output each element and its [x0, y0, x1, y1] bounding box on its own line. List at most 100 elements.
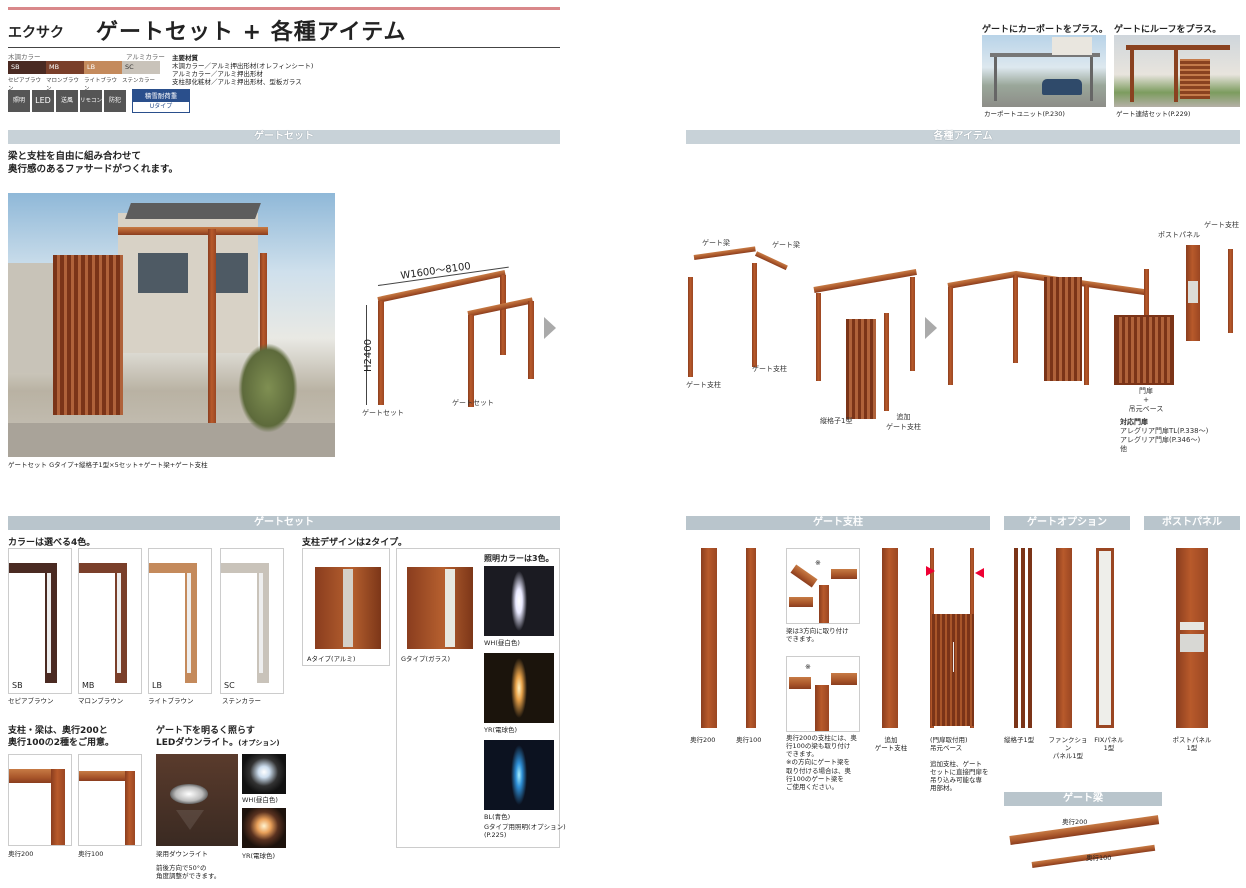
post-panel-image — [1176, 548, 1208, 728]
light-icon: 照明 — [8, 90, 30, 112]
color-name: マロンブラウン — [78, 697, 124, 705]
light-note: Gタイプ用照明(オプション) (P.225) — [484, 823, 566, 839]
beam-joint-note-1: 梁は3方向に取り付け できます。 — [786, 627, 849, 643]
lattice-image — [1014, 548, 1034, 728]
function-panel-caption: ファンクション パネル1型 — [1046, 736, 1090, 760]
color-code: MB — [82, 681, 95, 690]
band-option: ゲートオプション — [1004, 516, 1130, 530]
beam-joint-card-1: ※ — [786, 548, 860, 624]
fix-panel-caption: FIXパネル 1型 — [1092, 736, 1126, 752]
note-line: 取り付ける場合は、奥 — [786, 766, 851, 775]
page-title: ゲートセット + 各種アイテム — [96, 20, 407, 45]
depth-200-card — [8, 754, 72, 846]
extra-post-label: 追加 ゲート支柱 — [886, 412, 921, 432]
downlight-yr-photo — [242, 808, 286, 848]
hinge-base-note: 追加支柱、ゲート セットに直接門扉を 吊り込み可能な専 用部材。 — [930, 760, 989, 793]
note-line: ご使用ください。 — [786, 782, 838, 791]
post-200-label: 奥行200 — [690, 736, 716, 744]
led-title-line: ゲート下を明るく照らす — [156, 726, 255, 736]
function-panel-image — [1056, 548, 1072, 728]
hinge-base-image — [926, 548, 984, 732]
roof-caption: ゲートにルーフをプラス。 — [1114, 25, 1222, 35]
light-yr-label: YR(電球色) — [484, 726, 518, 734]
roof-photo-caption: ゲート連結セット(P.229) — [1116, 110, 1191, 118]
band-gate-set-2: ゲートセット — [8, 516, 560, 530]
gate-photo-caption: ゲートセット Gタイプ+縦格子1型×5セット+ゲート梁+ゲート支柱 — [8, 461, 208, 469]
downlight-note-line: 前後方向で50°の — [156, 864, 207, 872]
security-icon: 防犯 — [104, 90, 126, 112]
depth-100-label: 奥行100 — [78, 850, 104, 858]
color-card-lb: LB — [148, 548, 212, 694]
intro-line: 奥行感のあるファサードがつくれます。 — [8, 163, 179, 175]
downlight-note-line: 角度調整ができます。 — [156, 872, 221, 881]
note-line: ※の方向にゲート梁を — [786, 758, 850, 767]
snow-badge: 積雪耐荷重 Uタイプ — [132, 89, 190, 113]
color-card-mb: MB — [78, 548, 142, 694]
downlight-caption: 梁用ダウンライト — [156, 850, 208, 858]
light-note-line: (P.225) — [484, 831, 507, 840]
note-line: できます。 — [786, 635, 818, 644]
color-name: セピアブラウン — [8, 697, 54, 705]
caption-line: 1型 — [1186, 744, 1198, 753]
color-card-sc: SC — [220, 548, 284, 694]
materials-line: 支柱部化粧材／アルミ押出形材、型板ガラス — [172, 78, 302, 87]
downlight-yr-label: YR(電球色) — [242, 852, 276, 860]
base-line: (門扉取付用) — [930, 736, 968, 744]
design-a-card: Aタイプ(アルミ) — [302, 548, 390, 666]
gate-set-diagram — [360, 255, 540, 415]
caption-line: 1型 — [1103, 744, 1115, 753]
header-rule — [8, 7, 560, 10]
intro-text: 梁と支柱を自由に組み合わせて 奥行感のあるファサードがつくれます。 — [8, 151, 178, 177]
note-line: 奥行200の支柱には、奥 — [786, 734, 857, 742]
intro-line: 梁と支柱を自由に組み合わせて — [8, 151, 142, 162]
gate-set-label-1: ゲートセット — [362, 409, 404, 417]
header-underline — [8, 47, 560, 48]
depth-200-label: 奥行200 — [8, 850, 34, 858]
feature-icons: 照明 LED 送風 リモコン 防犯 積雪耐荷重 Uタイプ — [8, 89, 190, 113]
fan-icon: 送風 — [56, 90, 78, 112]
gate-photo — [8, 193, 335, 457]
color-title: カラーは選べる4色。 — [8, 538, 96, 548]
band-post: ゲート支柱 — [686, 516, 990, 530]
band-beam: ゲート梁 — [1004, 792, 1162, 806]
compat-item: 他 — [1120, 445, 1127, 454]
band-gate-set: ゲートセット — [8, 130, 560, 144]
extra-post-line: 追加 — [884, 736, 898, 744]
door-plus: + — [1143, 396, 1149, 404]
light-bl-label: BL(青色) — [484, 813, 511, 821]
beam-joint-card-2: ※ — [786, 656, 860, 732]
band-post-panel: ポストパネル — [1144, 516, 1240, 530]
note-line: 行100のゲート梁を — [786, 774, 844, 783]
light-yr-photo — [484, 653, 554, 723]
lattice-label: 縦格子1型 — [820, 417, 853, 425]
light-bl-photo — [484, 740, 554, 810]
color-code: LB — [152, 681, 162, 690]
band-items: 各種アイテム — [686, 130, 1240, 144]
color-name: ライトブラウン — [148, 697, 194, 705]
brand-label: エクサク — [8, 25, 64, 41]
post-100-label: 奥行100 — [736, 736, 762, 744]
post-label-2: ゲート支柱 — [752, 365, 787, 373]
mark: ※ — [805, 663, 811, 671]
carport-caption: ゲートにカーポートをプラス。 — [982, 25, 1108, 35]
beam-200-label: 奥行200 — [1062, 818, 1088, 826]
design-title: 支柱デザインは2タイプ。 — [302, 538, 407, 548]
mark: ※ — [815, 559, 821, 567]
depth-title: 支柱・梁は、奥行200と 奥行100の2種をご用意。 — [8, 726, 114, 749]
remote-icon: リモコン — [80, 90, 102, 112]
base-line: 吊元ベース — [930, 744, 963, 753]
downlight-wh-photo — [242, 754, 286, 794]
color-card-sb: SB — [8, 548, 72, 694]
extra-post-image — [882, 548, 898, 728]
materials-block: 主要材質 木調カラー／アルミ押出形材(オレフィンシート) アルミカラー／アルミ押… — [172, 54, 372, 87]
swatch-mb: MB — [46, 61, 84, 74]
height-dimension: H2400 — [362, 339, 374, 372]
door-base: 吊元ベース — [1128, 405, 1164, 413]
design-g-label: Gタイプ(ガラス) — [401, 655, 450, 663]
caption-line: パネル1型 — [1052, 752, 1084, 761]
downlight-photo — [156, 754, 238, 846]
extra-post-line: ゲート支柱 — [874, 744, 908, 753]
light-wh-photo — [484, 566, 554, 636]
color-code: SC — [224, 681, 235, 690]
led-title-line: LEDダウンライト。 — [156, 737, 239, 748]
